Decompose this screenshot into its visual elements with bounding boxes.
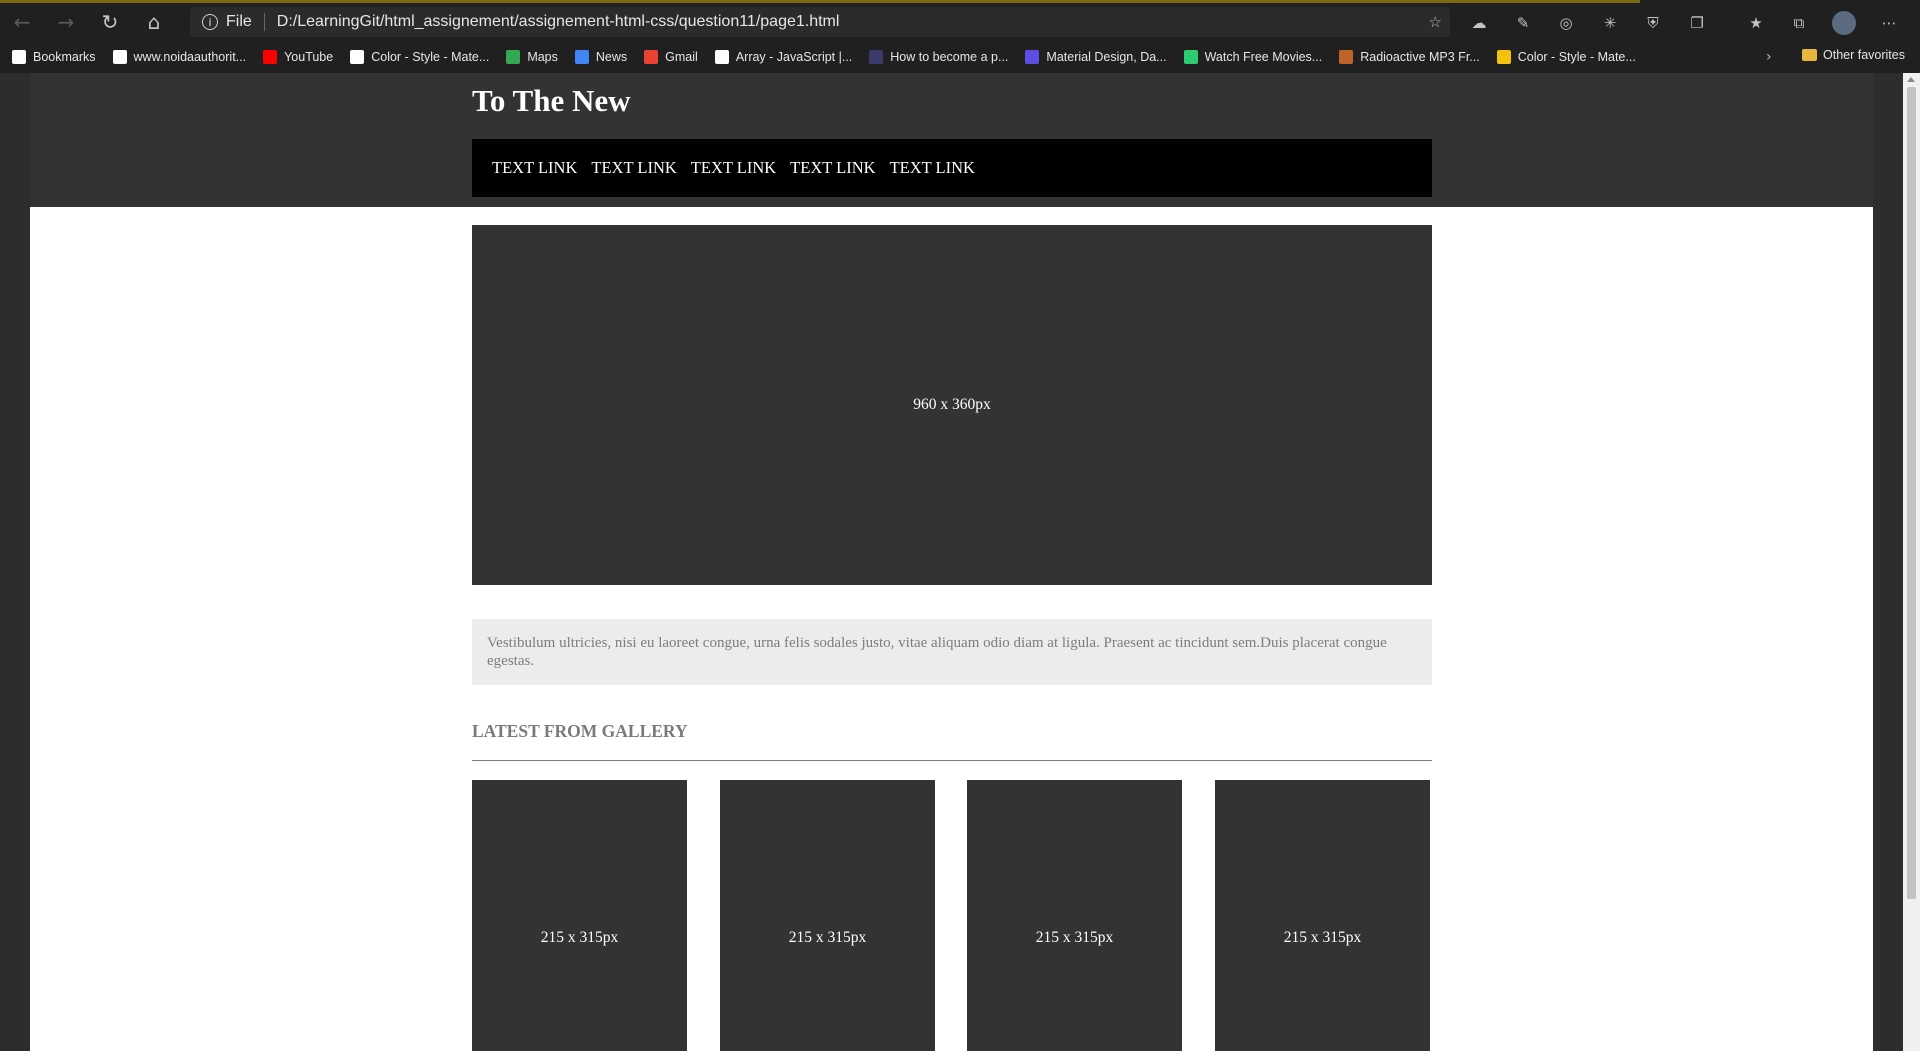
- bookmark-label: YouTube: [284, 50, 334, 64]
- bookmark-label: How to become a p...: [890, 50, 1009, 64]
- gallery-thumb-label: 215 x 315px: [1283, 928, 1362, 946]
- more-icon[interactable]: ⋯: [1880, 14, 1898, 32]
- bookmark-item[interactable]: Color - Style - Mate...: [350, 50, 489, 64]
- site-title: To The New: [472, 83, 631, 118]
- material-icon: [350, 50, 365, 64]
- news-icon: [574, 50, 589, 64]
- bookmark-item[interactable]: Array - JavaScript |...: [714, 50, 853, 64]
- hero-label: 960 x 360px: [913, 396, 991, 413]
- bookmark-label: Gmail: [665, 50, 698, 64]
- intro-text: Vestibulum ultricies, nisi eu laoreet co…: [472, 619, 1432, 685]
- bookmark-item[interactable]: Maps: [506, 50, 558, 64]
- scrollbar-thumb[interactable]: [1907, 87, 1916, 899]
- bookmarks-overflow-icon[interactable]: ›: [1766, 49, 1772, 65]
- bookmark-label: www.noidaauthorit...: [133, 50, 247, 64]
- bookmark-label: Watch Free Movies...: [1204, 50, 1323, 64]
- bookmark-item[interactable]: News: [574, 50, 628, 64]
- address-url[interactable]: D:/LearningGit/html_assignement/assignem…: [277, 13, 840, 31]
- site-nav: TEXT LINK TEXT LINK TEXT LINK TEXT LINK TEXT…: [472, 139, 1432, 197]
- bookmark-label: Material Design, Da...: [1046, 50, 1167, 64]
- gallery-thumb-label: 215 x 315px: [540, 928, 619, 946]
- youtube-icon: [263, 50, 278, 64]
- web-page: To The New TEXT LINK TEXT LINK TEXT LINK TE…: [30, 73, 1873, 1051]
- site-header: To The New TEXT LINK TEXT LINK TEXT LINK TE…: [30, 73, 1873, 207]
- bookmark-label: Color - Style - Mate...: [1517, 50, 1636, 64]
- gallery-heading: LATEST FROM GALLERY: [472, 721, 688, 741]
- bookmark-label: Maps: [527, 50, 558, 64]
- bookmark-label: Color - Style - Mate...: [371, 50, 490, 64]
- gallery-divider: [472, 760, 1432, 761]
- ext-shield-icon[interactable]: ⛨: [1644, 14, 1662, 32]
- other-favorites[interactable]: Other favorites: [1802, 48, 1905, 62]
- gallery-thumb-label: 215 x 315px: [788, 928, 867, 946]
- browser-toolbar: ← → ↻ ⌂ i File D:/LearningGit/html_assig…: [0, 3, 1920, 41]
- back-icon[interactable]: ←: [0, 3, 44, 41]
- other-favorites-label: Other favorites: [1823, 48, 1905, 62]
- vertical-scrollbar[interactable]: [1903, 73, 1920, 1051]
- folder-icon: [1802, 49, 1817, 61]
- bookmark-item[interactable]: Watch Free Movies...: [1183, 50, 1323, 64]
- site-info-icon[interactable]: i: [202, 14, 218, 30]
- bookmark-label: Bookmarks: [33, 50, 96, 64]
- paw-icon: [1339, 50, 1354, 64]
- bookmark-item[interactable]: YouTube: [263, 50, 333, 64]
- bookmark-item[interactable]: Radioactive MP3 Fr...: [1339, 50, 1480, 64]
- maps-icon: [506, 50, 521, 64]
- bookmark-label: Radioactive MP3 Fr...: [1360, 50, 1480, 64]
- collections-icon[interactable]: ⧉: [1790, 14, 1808, 32]
- nav-link[interactable]: TEXT LINK: [890, 158, 975, 178]
- ext-react-icon[interactable]: ✳: [1601, 14, 1619, 32]
- bookmark-item[interactable]: Color - Style - Mate...: [1496, 50, 1636, 64]
- bookmark-item[interactable]: Material Design, Da...: [1025, 50, 1167, 64]
- scroll-up-icon[interactable]: [1907, 77, 1915, 82]
- gallery-thumb-label: 215 x 315px: [1035, 928, 1114, 946]
- bookmark-item[interactable]: How to become a p...: [869, 50, 1008, 64]
- profile-avatar[interactable]: [1832, 11, 1856, 35]
- browser-viewport: To The New TEXT LINK TEXT LINK TEXT LINK TE…: [0, 73, 1920, 1051]
- page-icon: [12, 50, 26, 64]
- address-divider: [263, 13, 265, 31]
- gallery-thumb: 215 x 315px: [1215, 780, 1430, 1051]
- gmail-icon: [644, 50, 659, 64]
- angular-icon: [869, 50, 884, 64]
- address-scheme: File: [226, 13, 252, 30]
- hero-placeholder: 960 x 360px: [472, 225, 1432, 585]
- add-favorite-icon[interactable]: ☆: [1429, 13, 1442, 31]
- refresh-icon[interactable]: ↻: [88, 3, 132, 41]
- bookmark-item[interactable]: www.noidaauthorit...: [112, 50, 247, 64]
- up-icon: [1025, 50, 1040, 64]
- mdn-icon: [714, 50, 729, 64]
- ext-puzzle-icon[interactable]: ❐: [1688, 14, 1706, 32]
- bookmark-label: Array - JavaScript |...: [735, 50, 853, 64]
- ext-cloud-icon[interactable]: ☁: [1470, 14, 1488, 32]
- page-icon: [112, 50, 127, 64]
- bookmarks-bar: Bookmarks www.noidaauthorit... YouTube Colo…: [0, 41, 1920, 73]
- gallery-thumb: 215 x 315px: [967, 780, 1182, 1051]
- nav-link[interactable]: TEXT LINK: [691, 158, 776, 178]
- ext-target-icon[interactable]: ◎: [1557, 14, 1575, 32]
- favorites-icon[interactable]: ★: [1747, 14, 1765, 32]
- nav-link[interactable]: TEXT LINK: [591, 158, 676, 178]
- ext-pen-icon[interactable]: ✎: [1514, 14, 1532, 32]
- nav-link[interactable]: TEXT LINK: [790, 158, 875, 178]
- address-bar[interactable]: i File D:/LearningGit/html_assignement/a…: [190, 7, 1450, 37]
- bookmark-label: News: [595, 50, 628, 64]
- forward-icon[interactable]: →: [44, 3, 88, 41]
- bookmark-item[interactable]: Gmail: [644, 50, 698, 64]
- gallery-thumb: 215 x 315px: [472, 780, 687, 1051]
- material-icon: [1496, 50, 1511, 64]
- nav-link[interactable]: TEXT LINK: [492, 158, 577, 178]
- bookmark-item[interactable]: Bookmarks: [12, 50, 96, 64]
- gallery-thumb: 215 x 315px: [720, 780, 935, 1051]
- home-icon[interactable]: ⌂: [132, 3, 176, 41]
- play-icon: [1183, 50, 1198, 64]
